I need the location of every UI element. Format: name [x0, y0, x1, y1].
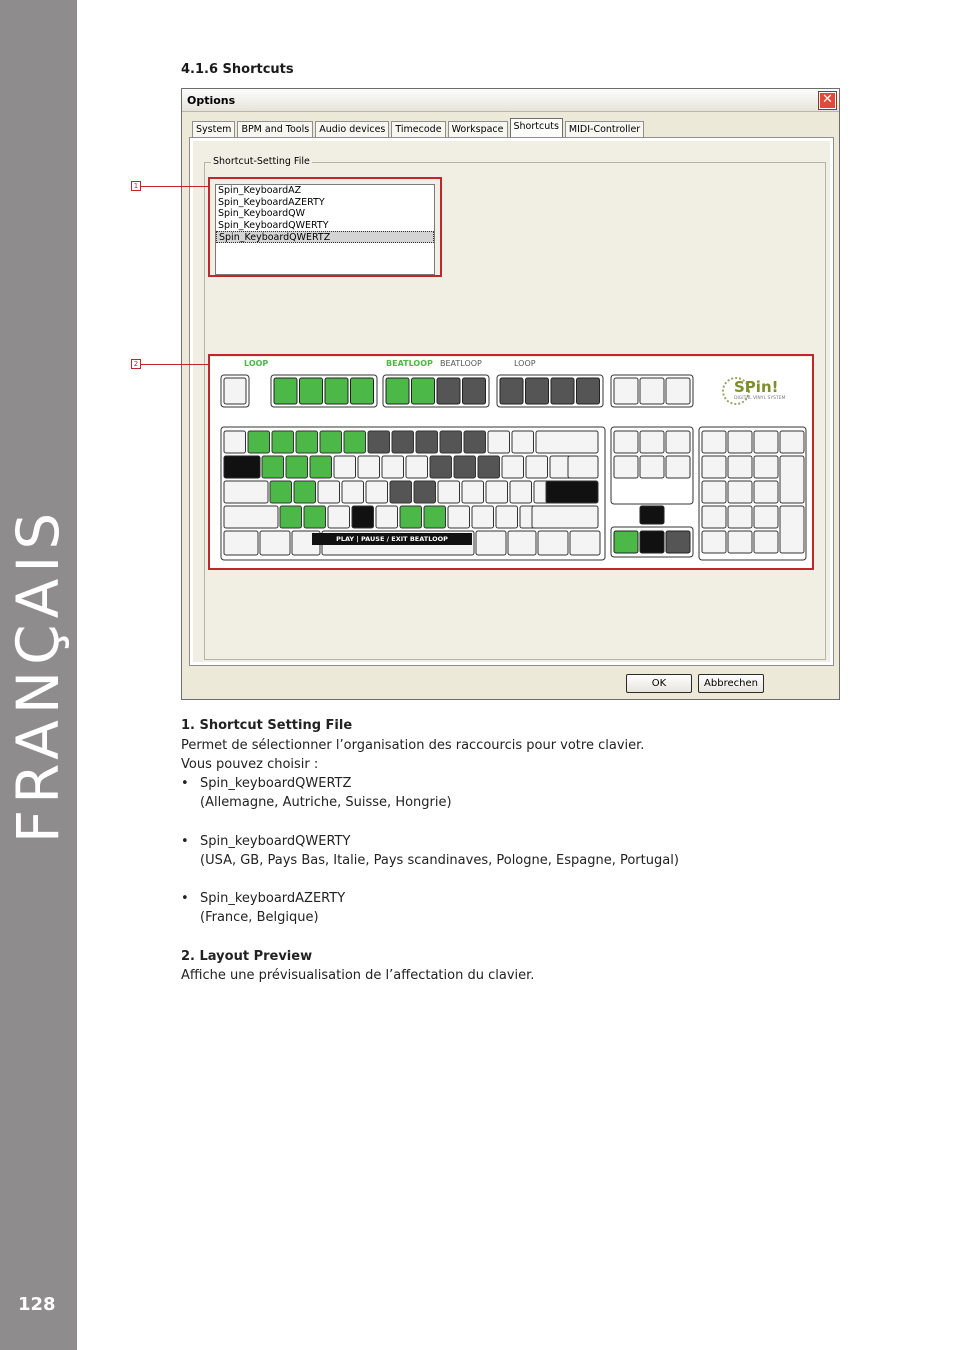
heading-shortcut-setting-file: 1. Shortcut Setting File	[181, 718, 353, 733]
cancel-button[interactable]: Abbrechen	[698, 674, 764, 693]
tab-shortcuts[interactable]: Shortcuts	[509, 118, 563, 137]
tab-midi-controller[interactable]: MIDI-Controller	[564, 121, 645, 137]
tab-system[interactable]: System	[192, 121, 236, 137]
highlight-box-2	[208, 354, 814, 570]
ok-button[interactable]: OK	[626, 674, 692, 693]
dialog-titlebar: Options ✕	[182, 89, 839, 112]
bullet-subtext: (France, Belgique)	[200, 910, 319, 925]
highlight-box-1	[208, 177, 442, 277]
close-icon[interactable]: ✕	[818, 91, 837, 110]
paragraph: Affiche une prévisualisation de l’affect…	[181, 968, 535, 983]
callout-2: 2	[131, 359, 141, 369]
callout-1-line	[141, 186, 209, 187]
tab-bpm-and-tools[interactable]: BPM and Tools	[237, 121, 314, 137]
callout-1: 1	[131, 181, 141, 191]
sidebar-language-title: FRANÇAIS	[4, 506, 72, 844]
heading-layout-preview: 2. Layout Preview	[181, 949, 313, 964]
tab-strip: System BPM and Tools Audio devices Timec…	[192, 118, 646, 137]
tab-timecode[interactable]: Timecode	[391, 121, 446, 137]
tab-workspace[interactable]: Workspace	[447, 121, 508, 137]
group-label: Shortcut-Setting File	[211, 156, 312, 167]
paragraph: Permet de sélectionner l’organisation de…	[181, 738, 645, 753]
tab-audio-devices[interactable]: Audio devices	[315, 121, 390, 137]
paragraph: Vous pouvez choisir :	[181, 757, 319, 772]
callout-2-line	[141, 364, 209, 365]
sidebar-band: FRANÇAIS 128	[0, 0, 77, 1350]
dialog-title: Options	[187, 94, 236, 107]
bullet-subtext: (USA, GB, Pays Bas, Italie, Pays scandin…	[200, 853, 679, 868]
bullet-subtext: (Allemagne, Autriche, Suisse, Hongrie)	[200, 795, 452, 810]
page-number: 128	[18, 1294, 56, 1315]
section-title: 4.1.6 Shortcuts	[181, 62, 294, 77]
